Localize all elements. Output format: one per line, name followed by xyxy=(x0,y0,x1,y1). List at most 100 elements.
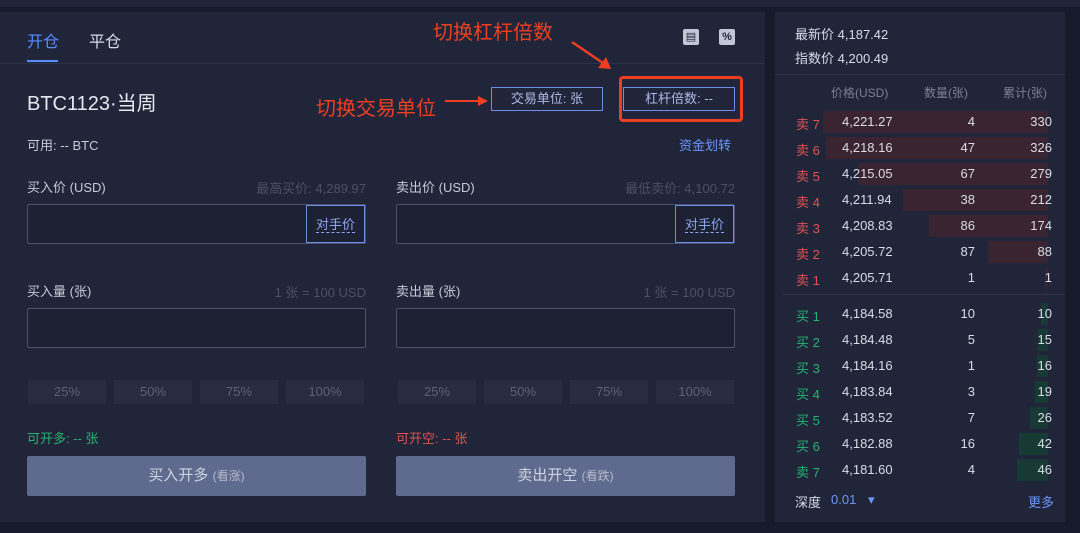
sell-row-cum: 88 xyxy=(1037,244,1052,259)
depth-selector[interactable]: 0.01 ▾ xyxy=(831,492,874,508)
buy-row-cum: 16 xyxy=(1037,358,1052,373)
buy-row-price: 4,183.84 xyxy=(842,384,893,399)
sell-row[interactable]: 卖 5 4,215.05 67 279 xyxy=(783,162,1065,186)
sell-row-price: 4,211.94 xyxy=(842,192,892,207)
sell-row-qty: 67 xyxy=(960,166,975,181)
sell-qty-input[interactable] xyxy=(396,308,735,348)
buy-row-label: 买 4 xyxy=(796,387,820,402)
buy-pct-75[interactable]: 75% xyxy=(200,380,278,404)
sell-row[interactable]: 卖 3 4,208.83 86 174 xyxy=(783,214,1065,238)
sell-row-cum: 1 xyxy=(1044,270,1052,285)
sell-price-label: 卖出价 (USD) xyxy=(396,180,475,195)
sell-pct-75[interactable]: 75% xyxy=(570,380,648,404)
ob-header-qty: 数量(张) xyxy=(924,86,968,100)
sell-row-qty: 38 xyxy=(960,192,975,207)
buy-row[interactable]: 买 1 4,184.58 10 10 xyxy=(783,302,1065,326)
chevron-down-icon: ▾ xyxy=(867,492,875,507)
buy-row-label: 买 2 xyxy=(796,335,820,350)
sell-row-price: 4,205.72 xyxy=(842,244,893,259)
buy-row-cum: 10 xyxy=(1037,306,1052,321)
sell-counter-price-label: 对手价 xyxy=(684,217,724,233)
sell-row-price: 4,215.05 xyxy=(842,166,893,181)
buy-qty-input[interactable] xyxy=(27,308,366,348)
ob-header-price: 价格(USD) xyxy=(831,86,889,100)
sell-row-price: 4,208.83 xyxy=(842,218,893,233)
buy-can-open: 可开多: -- 张 xyxy=(27,431,99,446)
buy-counter-price-button[interactable]: 对手价 xyxy=(306,205,365,243)
trade-unit-chip[interactable]: 交易单位: 张 xyxy=(491,87,603,111)
sell-qty-label: 卖出量 (张) xyxy=(396,284,461,299)
sell-row-qty: 86 xyxy=(960,218,975,233)
sell-row-cum: 330 xyxy=(1030,114,1052,129)
buy-row[interactable]: 买 4 4,183.84 3 19 xyxy=(783,380,1065,404)
sell-open-short-button[interactable]: 卖出开空 (看跌) xyxy=(396,456,735,496)
buy-qty-hint: 1 张 = 100 USD xyxy=(274,285,366,300)
sell-row-qty: 1 xyxy=(967,270,975,285)
more-link[interactable]: 更多 xyxy=(1028,492,1054,511)
buy-row-price: 4,184.48 xyxy=(842,332,893,347)
sell-row-cum: 279 xyxy=(1030,166,1052,181)
latest-price-label: 最新价 xyxy=(795,27,835,42)
sell-row-label: 卖 6 xyxy=(796,143,820,158)
sell-qty-hint: 1 张 = 100 USD xyxy=(643,285,735,300)
sell-row-qty: 47 xyxy=(960,140,975,155)
buy-pct-100[interactable]: 100% xyxy=(286,380,364,404)
sell-row-qty: 87 xyxy=(960,244,975,259)
sell-row-price: 4,218.16 xyxy=(842,140,893,155)
depth-label: 深度 xyxy=(795,495,822,510)
buy-row-price: 4,181.60 xyxy=(842,462,893,477)
buy-pct-25[interactable]: 25% xyxy=(28,380,106,404)
buy-row[interactable]: 卖 7 4,181.60 4 46 xyxy=(783,458,1065,482)
buy-pct-50[interactable]: 50% xyxy=(114,380,192,404)
leverage-chip[interactable]: 杠杆倍数: -- xyxy=(623,87,735,111)
sell-button-sublabel: (看跌) xyxy=(581,469,614,483)
depth-value: 0.01 xyxy=(831,492,857,507)
index-price: 指数价 4,200.49 xyxy=(795,48,888,67)
buy-row-label: 买 5 xyxy=(796,413,820,428)
buy-row-price: 4,184.16 xyxy=(842,358,893,373)
orderbook-divider-top xyxy=(775,74,1065,75)
buy-row-qty: 16 xyxy=(960,436,975,451)
buy-row-price: 4,183.52 xyxy=(842,410,893,425)
sell-row[interactable]: 卖 2 4,205.72 87 88 xyxy=(783,240,1065,264)
buy-price-label: 买入价 (USD) xyxy=(27,180,106,195)
sell-counter-price-button[interactable]: 对手价 xyxy=(675,205,734,243)
buy-row[interactable]: 买 2 4,184.48 5 15 xyxy=(783,328,1065,352)
sell-row-price: 4,205.71 xyxy=(842,270,893,285)
sell-row-label: 卖 5 xyxy=(796,169,820,184)
sell-pct-100[interactable]: 100% xyxy=(656,380,734,404)
buy-button-sublabel: (看涨) xyxy=(212,469,245,483)
sell-row-label: 卖 1 xyxy=(796,273,820,288)
sell-row-price: 4,221.27 xyxy=(842,114,893,129)
buy-row[interactable]: 买 5 4,183.52 7 26 xyxy=(783,406,1065,430)
transfer-link[interactable]: 资金划转 xyxy=(679,135,731,154)
buy-row-cum: 42 xyxy=(1037,436,1052,451)
buy-row-qty: 10 xyxy=(960,306,975,321)
buy-qty-label: 买入量 (张) xyxy=(27,284,92,299)
sell-row-label: 卖 2 xyxy=(796,247,820,262)
buy-row-qty: 7 xyxy=(967,410,975,425)
sell-row-label: 卖 4 xyxy=(796,195,820,210)
buy-row[interactable]: 买 6 4,182.88 16 42 xyxy=(783,432,1065,456)
buy-row-label: 买 6 xyxy=(796,439,820,454)
sell-depth-bar xyxy=(903,189,1048,211)
buy-row-qty: 3 xyxy=(967,384,975,399)
sell-row[interactable]: 卖 7 4,221.27 4 330 xyxy=(783,110,1065,134)
sell-row-cum: 212 xyxy=(1030,192,1052,207)
sell-row[interactable]: 卖 4 4,211.94 38 212 xyxy=(783,188,1065,212)
sell-row[interactable]: 卖 1 4,205.71 1 1 xyxy=(783,266,1065,290)
sell-pct-25[interactable]: 25% xyxy=(398,380,476,404)
sell-pct-50[interactable]: 50% xyxy=(484,380,562,404)
sell-row-qty: 4 xyxy=(967,114,975,129)
latest-price-value: 4,187.42 xyxy=(837,27,889,42)
available-balance: 可用: -- BTC xyxy=(27,138,99,153)
buy-row[interactable]: 买 3 4,184.16 1 16 xyxy=(783,354,1065,378)
buy-row-cum: 15 xyxy=(1037,332,1052,347)
buy-row-price: 4,182.88 xyxy=(842,436,893,451)
sell-row-cum: 326 xyxy=(1030,140,1052,155)
sell-row[interactable]: 卖 6 4,218.16 47 326 xyxy=(783,136,1065,160)
sell-button-label: 卖出开空 xyxy=(517,467,578,484)
buy-open-long-button[interactable]: 买入开多 (看涨) xyxy=(27,456,366,496)
sell-row-label: 卖 7 xyxy=(796,117,820,132)
buy-row-price: 4,184.58 xyxy=(842,306,893,321)
